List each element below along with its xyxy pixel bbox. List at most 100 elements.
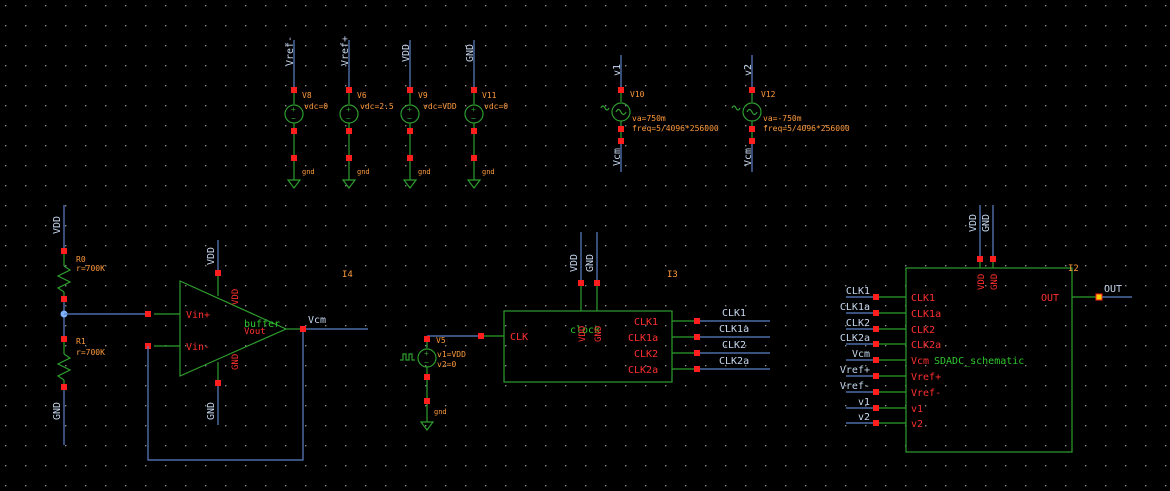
- sdadc-pin-label: CLK2a: [911, 340, 941, 351]
- clock-pin-clk: CLK: [510, 332, 528, 343]
- svg-text:−: −: [346, 114, 351, 123]
- buffer-pin-vdd: VDD: [231, 289, 241, 305]
- sdadc-pin-label: v1: [911, 404, 923, 415]
- svg-text:+: +: [471, 105, 476, 114]
- sdadc-pin-label: Vref-: [911, 388, 941, 399]
- sdadc-pin-terminal[interactable]: [873, 373, 879, 379]
- param-label-v10-va: va=750m: [632, 114, 666, 123]
- net-label-gnd-divider: GND: [52, 402, 63, 420]
- net-label-vdd-clock: VDD: [569, 254, 580, 272]
- sdadc-net-label: Vref-: [840, 381, 870, 392]
- param-label-v10-freq: freq=5/4096*256000: [632, 124, 719, 133]
- net-label-vcm-out: Vcm: [308, 315, 326, 326]
- sdadc-net-label: v1: [858, 397, 870, 408]
- net-label-gnd-clock: GND: [585, 254, 596, 272]
- clock-pin-out-3: CLK2a: [628, 365, 658, 376]
- sdadc-pin-terminal[interactable]: [873, 294, 879, 300]
- schematic-canvas[interactable]: + − + − + − + − Vref- Vref+ VDD GND V8 v…: [0, 0, 1170, 491]
- sdadc-net-label: CLK2: [846, 318, 870, 329]
- buffer-pin-gnd: GND: [231, 354, 241, 370]
- sdadc-pin-terminal[interactable]: [873, 420, 879, 426]
- svg-text:−: −: [407, 114, 412, 123]
- net-label-gnd-buffer: GND: [206, 402, 217, 420]
- svg-text:−: −: [424, 358, 429, 367]
- sdadc-pin-terminal[interactable]: [873, 389, 879, 395]
- svg-text:+: +: [346, 105, 351, 114]
- buffer-pin-vin-plus: Vin+: [186, 310, 210, 321]
- net-label-vref-plus: Vref+: [340, 36, 351, 66]
- sdadc-pin-label: Vcm: [911, 356, 929, 367]
- sdadc-pin-terminal[interactable]: [873, 341, 879, 347]
- gnd-label-v8: gnd: [302, 168, 315, 176]
- net-label-vcm-v12: Vcm: [743, 148, 754, 166]
- grid-background: [0, 0, 1170, 491]
- clock-pin-vdd: VDD: [578, 326, 588, 342]
- sdadc-pin-label: CLK2: [911, 325, 935, 336]
- inst-label-v5: V5: [436, 336, 446, 345]
- net-label-gnd-sdadc: GND: [981, 214, 992, 232]
- svg-text:+: +: [424, 349, 429, 358]
- inst-label-v8: V8: [302, 91, 312, 100]
- net-label-vdd-sdadc: VDD: [968, 214, 979, 232]
- param-label-r0: r=700K: [76, 264, 105, 273]
- gnd-label-v9: gnd: [418, 168, 431, 176]
- buffer-pin-vin-minus: Vin-: [186, 342, 210, 353]
- svg-text:−: −: [291, 114, 296, 123]
- wire-label-clk1a: CLK1a: [719, 324, 749, 335]
- sdadc-net-label: v2: [858, 412, 870, 423]
- inst-label-i4: I4: [342, 270, 353, 280]
- gnd-label-v11: gnd: [482, 168, 495, 176]
- clock-pin-out-0: CLK1: [634, 317, 658, 328]
- svg-text:+: +: [407, 105, 412, 114]
- inst-label-v12: V12: [761, 90, 776, 99]
- sdadc-net-label: Vcm: [852, 349, 870, 360]
- sdadc-pin-terminal[interactable]: [873, 310, 879, 316]
- net-label-vref-minus: Vref-: [285, 36, 296, 66]
- param-label-v12-freq: freq=5/4096*256000: [763, 124, 850, 133]
- wire-label-clk1: CLK1: [722, 308, 746, 319]
- gnd-label-v5: gnd: [434, 408, 447, 416]
- net-label-v1: v1: [612, 64, 623, 76]
- param-label-v8: vdc=0: [304, 102, 328, 111]
- wire-label-clk2a: CLK2a: [719, 356, 749, 367]
- net-label-out: OUT: [1104, 284, 1122, 295]
- param-label-v5-v1: v1=VDD: [437, 350, 466, 359]
- svg-text:+: +: [291, 105, 296, 114]
- clock-pin-gnd: GND: [594, 326, 604, 342]
- sdadc-pin-label: Vref+: [911, 372, 941, 383]
- param-label-r1: r=700K: [76, 348, 105, 357]
- sdadc-pin-terminal[interactable]: [873, 357, 879, 363]
- sdadc-pin-terminal[interactable]: [873, 405, 879, 411]
- sdadc-net-label: CLK2a: [840, 333, 870, 344]
- clock-pin-out-2: CLK2: [634, 349, 658, 360]
- sdadc-cell-name: SDADC_schematic: [934, 356, 1024, 367]
- gnd-label-v6: gnd: [357, 168, 370, 176]
- param-label-v5-v2: v2=0: [437, 360, 456, 369]
- inst-label-i3: I3: [667, 270, 678, 280]
- net-label-vdd-divider: VDD: [52, 216, 63, 234]
- sdadc-pin-out: OUT: [1041, 293, 1059, 304]
- sdadc-net-label: Vref+: [840, 365, 870, 376]
- sdadc-pin-terminal[interactable]: [873, 326, 879, 332]
- svg-text:−: −: [471, 114, 476, 123]
- buffer-cell-name: buffer: [244, 319, 280, 330]
- inst-label-r0: R0: [76, 255, 86, 264]
- net-label-vdd: VDD: [401, 44, 412, 62]
- net-label-vdd-buffer: VDD: [206, 247, 217, 265]
- inst-label-v9: V9: [418, 91, 428, 100]
- net-label-v2: v2: [743, 64, 754, 76]
- sdadc-pin-label: CLK1: [911, 293, 935, 304]
- param-label-v12-va: va=-750m: [763, 114, 802, 123]
- inst-label-v6: V6: [357, 91, 367, 100]
- inst-label-r1: R1: [76, 337, 86, 346]
- param-label-v6: vdc=2.5: [360, 102, 394, 111]
- sdadc-pin-gnd: GND: [990, 274, 1000, 290]
- sdadc-net-label: CLK1a: [840, 302, 870, 313]
- param-label-v9: vdc=VDD: [423, 102, 457, 111]
- net-label-gnd: GND: [465, 44, 476, 62]
- sdadc-pin-label: CLK1a: [911, 309, 941, 320]
- inst-label-v10: V10: [630, 90, 645, 99]
- sdadc-pin-vdd: VDD: [977, 274, 987, 290]
- sdadc-net-label: CLK1: [846, 286, 870, 297]
- wire-label-clk2: CLK2: [722, 340, 746, 351]
